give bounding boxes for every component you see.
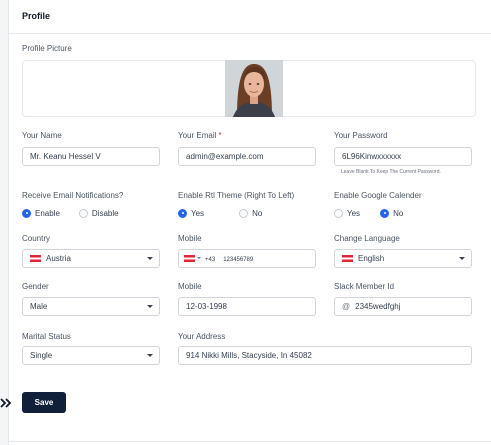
double-chevron-right-icon[interactable] [0,396,12,408]
radio-selected-icon [178,208,187,218]
rtl-theme-radio-group: Yes No [178,207,276,219]
austria-flag-icon [184,255,195,262]
email-notifications-enable[interactable]: Enable [22,208,60,218]
slack-label: Slack Member Id [334,282,395,291]
rtl-theme-yes[interactable]: Yes [178,208,204,218]
google-calendar-radio-group: Yes No [334,207,417,219]
google-calendar-label: Enable Google Calender [334,191,422,200]
chevron-down-icon[interactable] [197,257,201,260]
austria-flag-icon [30,255,41,262]
profile-card: Profile Profile Picture Your Name Mr. Ke… [8,0,491,445]
chevron-down-icon [147,354,153,357]
name-input[interactable]: Mr. Keanu Hessel V [22,147,160,166]
country-label: Country [22,234,51,243]
card-title: Profile [22,11,51,21]
save-button[interactable]: Save [22,392,66,413]
chevron-down-icon [147,257,153,260]
dob-input[interactable]: 12-03-1998 [178,297,316,316]
gender-label: Gender [22,282,49,291]
language-select[interactable]: English [334,249,472,268]
radio-selected-icon [380,208,390,218]
profile-picture-dropzone[interactable] [22,60,476,117]
radio-selected-icon [22,208,31,218]
address-input[interactable]: 914 Nikki Mills, Stacyside, In 45082 [178,346,472,365]
rtl-theme-label: Enable Rtl Theme (Right To Left) [178,191,295,200]
country-select[interactable]: Austria [22,249,160,268]
radio-unselected-icon [239,208,249,218]
dob-label: Mobile [178,282,202,291]
avatar [225,60,283,117]
email-label: Your Email * [178,131,222,140]
at-sign-icon: @ [342,302,351,311]
profile-picture-label: Profile Picture [22,44,72,53]
marital-status-label: Marital Status [22,332,71,341]
marital-status-select[interactable]: Single [22,346,160,365]
slack-input[interactable]: @2345wedfghj [334,297,472,316]
google-calendar-yes[interactable]: Yes [334,208,360,218]
rtl-theme-no[interactable]: No [239,208,262,218]
password-label: Your Password [334,131,388,140]
mobile-input[interactable]: +43 123456789 [178,249,316,268]
name-label: Your Name [22,131,62,140]
address-label: Your Address [178,332,226,341]
email-notifications-disable[interactable]: Disable [78,208,119,218]
chevron-down-icon [459,257,465,260]
language-label: Change Language [334,234,400,243]
radio-unselected-icon [78,208,88,218]
chevron-down-icon [147,305,153,308]
google-calendar-no[interactable]: No [380,208,403,218]
email-input[interactable]: admin@example.com [178,147,316,166]
card-header: Profile [9,0,491,34]
email-notifications-radio-group: Enable Disable [22,207,133,219]
radio-unselected-icon [334,208,343,218]
mobile-label: Mobile [178,234,202,243]
gender-select[interactable]: Male [22,297,160,316]
password-input[interactable]: 6L96Kinwxxxxxx [334,147,472,166]
austria-flag-icon [342,255,353,262]
divider [9,441,491,442]
email-notifications-label: Receive Email Notifications? [22,191,124,200]
password-hint: Leave Blank To Keep The Current Password… [341,169,441,175]
